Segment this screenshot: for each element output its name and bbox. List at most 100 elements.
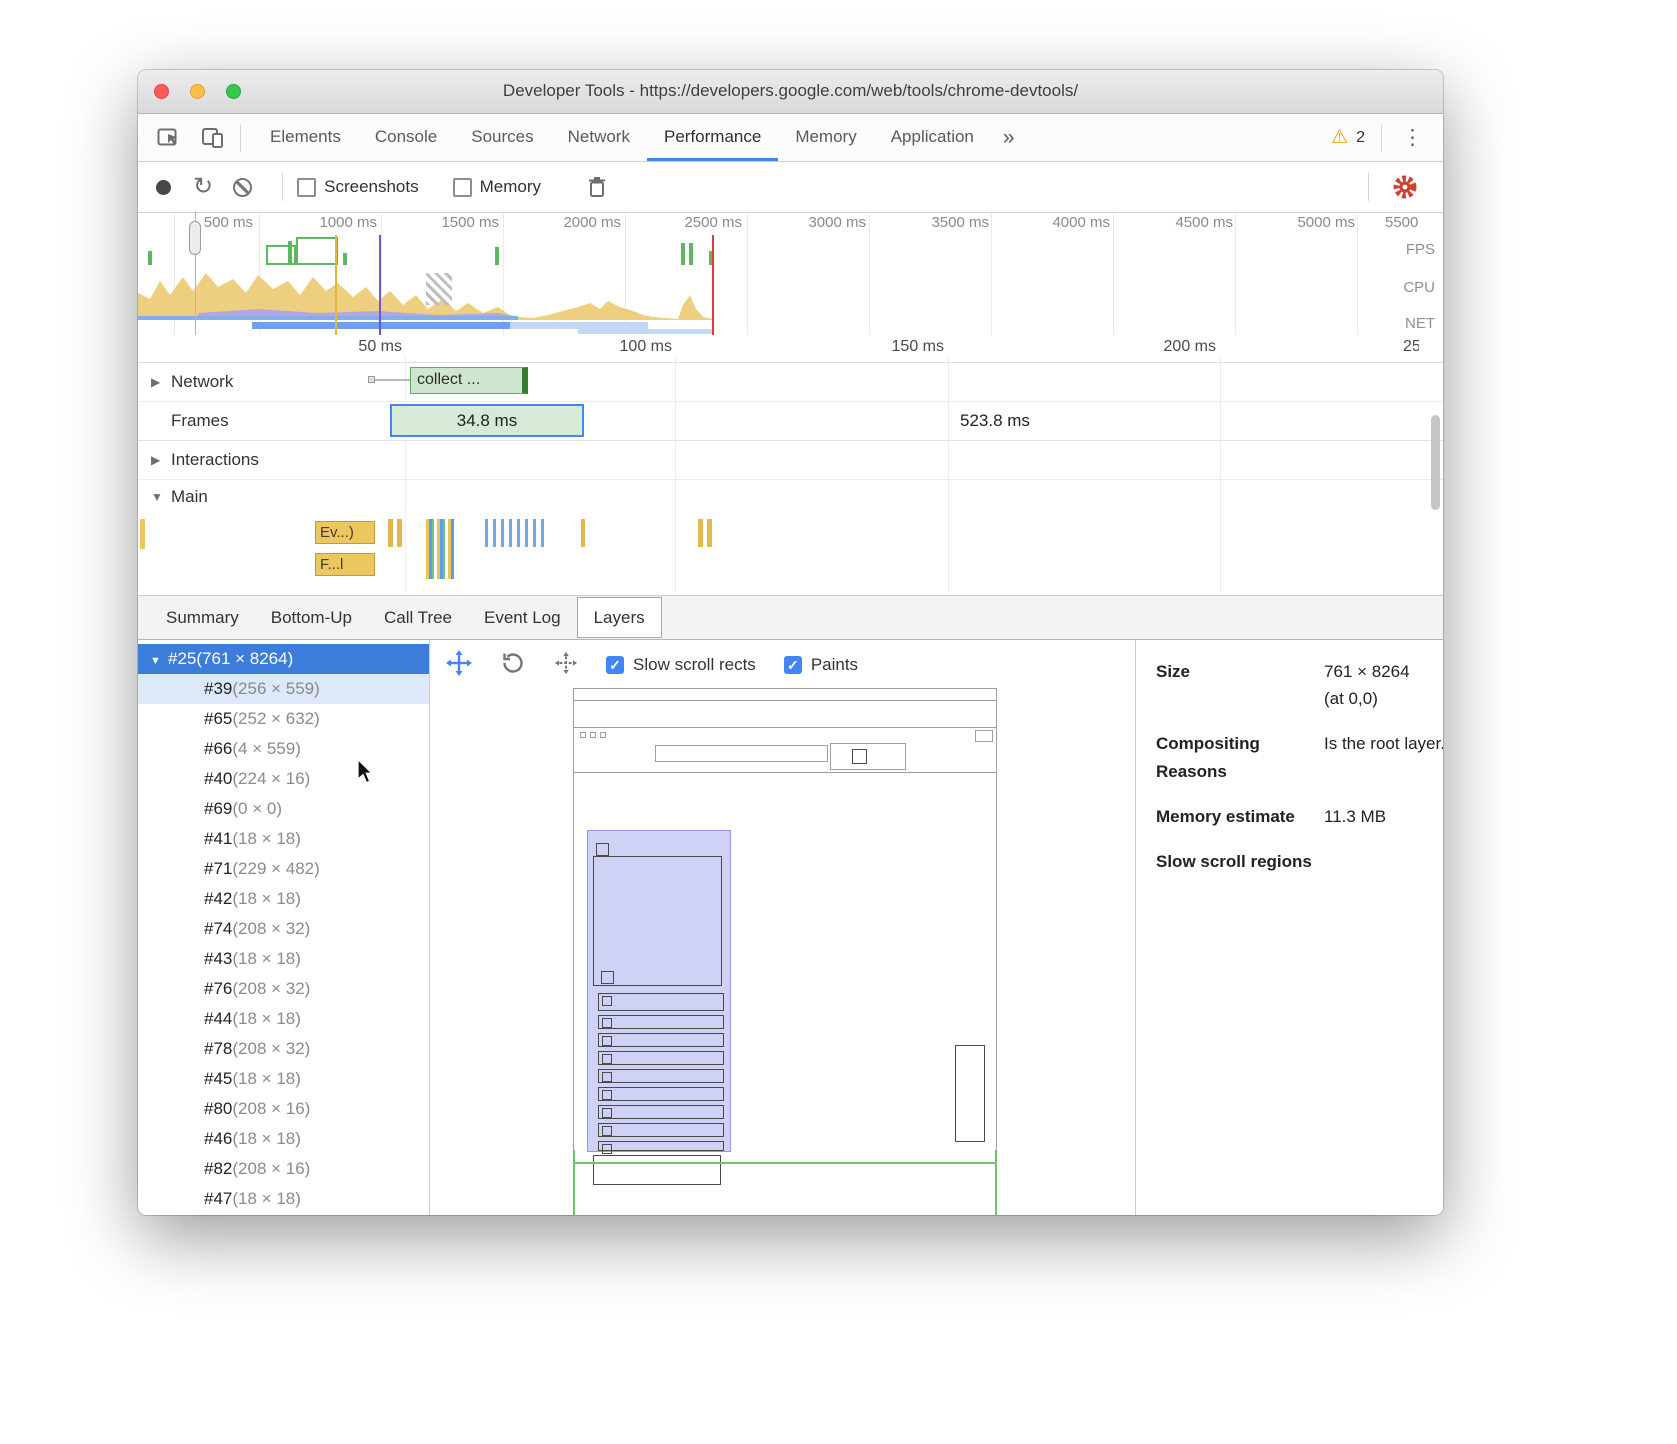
network-request-bar[interactable]: collect ... xyxy=(410,367,528,394)
bottom-tab[interactable]: Summary xyxy=(150,597,255,638)
devtools-tabbar: ElementsConsoleSourcesNetworkPerformance… xyxy=(138,114,1443,162)
layer-id: #66 xyxy=(204,739,232,758)
track-label: Interactions xyxy=(171,441,259,479)
selected-frame[interactable]: 34.8 ms xyxy=(390,404,584,437)
titlebar[interactable]: Developer Tools - https://developers.goo… xyxy=(138,70,1443,114)
flame-cluster xyxy=(698,519,712,547)
track-label: Frames xyxy=(171,402,229,440)
layer-tree-item[interactable]: #71(229 × 482) xyxy=(138,854,429,884)
devtools-window: Developer Tools - https://developers.goo… xyxy=(138,70,1443,1215)
layer-tree-item[interactable]: #45(18 × 18) xyxy=(138,1064,429,1094)
reload-icon[interactable]: ↻ xyxy=(193,177,213,197)
wireframe-box xyxy=(655,745,828,762)
layer-tree-item[interactable]: #42(18 × 18) xyxy=(138,884,429,914)
layer-tree-item[interactable]: #40(224 × 16) xyxy=(138,764,429,794)
wireframe-box xyxy=(593,856,722,986)
memory-checkbox[interactable] xyxy=(453,178,472,197)
settings-gear-icon[interactable] xyxy=(1383,174,1427,200)
layer-tree-item[interactable]: #65(252 × 632) xyxy=(138,704,429,734)
layer-tree-item[interactable]: #80(208 × 16) xyxy=(138,1094,429,1124)
layer-tree-item[interactable]: #46(18 × 18) xyxy=(138,1124,429,1154)
close-button[interactable] xyxy=(154,84,169,99)
disclosure-triangle-icon[interactable]: ▶ xyxy=(151,441,169,479)
more-tabs-icon[interactable]: » xyxy=(991,126,1027,150)
flame-event-bar[interactable]: F...l xyxy=(315,553,375,576)
reset-transform-icon[interactable] xyxy=(554,651,578,680)
layer-size: (208 × 32) xyxy=(232,919,310,938)
inspect-element-icon[interactable] xyxy=(148,114,192,161)
layer-id: #82 xyxy=(204,1159,232,1178)
paints-check-group: Paints xyxy=(784,655,858,675)
flame-sliver xyxy=(140,519,145,549)
warning-icon[interactable]: ⚠ xyxy=(1331,126,1348,149)
vertical-scrollbar-thumb[interactable] xyxy=(1431,415,1440,510)
layer-size: (18 × 18) xyxy=(232,1009,301,1028)
layer-tree-item[interactable]: ▼#25(761 × 8264) xyxy=(138,644,429,674)
scrollbar-layer-outline xyxy=(955,1045,985,1142)
overview-time-label: 5000 ms xyxy=(1245,214,1355,231)
layer-tree-item[interactable]: #44(18 × 18) xyxy=(138,1004,429,1034)
divider xyxy=(1368,173,1369,201)
disclosure-triangle-icon[interactable]: ▶ xyxy=(151,363,169,401)
zoom-button[interactable] xyxy=(226,84,241,99)
composited-layer-overlay[interactable] xyxy=(587,830,731,1152)
layer-tree-item[interactable]: #76(208 × 32) xyxy=(138,974,429,1004)
bottom-tab[interactable]: Bottom-Up xyxy=(255,597,368,638)
layer-tree-item[interactable]: #66(4 × 559) xyxy=(138,734,429,764)
flame-cluster xyxy=(388,519,404,547)
layer-size: (18 × 18) xyxy=(232,889,301,908)
slow-scroll-rects-checkbox[interactable] xyxy=(606,656,624,674)
bottom-tab[interactable]: Call Tree xyxy=(368,597,468,638)
detail-row-memory: Memory estimate 11.3 MB xyxy=(1156,803,1443,830)
layer-tree-item[interactable]: #74(208 × 32) xyxy=(138,914,429,944)
clear-icon[interactable] xyxy=(233,178,252,197)
layer-tree-item[interactable]: #78(208 × 32) xyxy=(138,1034,429,1064)
bottom-tab[interactable]: Event Log xyxy=(468,597,577,638)
wireframe-box xyxy=(830,743,906,770)
kebab-menu-icon[interactable]: ⋮ xyxy=(1394,125,1431,150)
record-button[interactable] xyxy=(156,180,171,195)
expand-arrow-icon[interactable]: ▼ xyxy=(150,646,168,674)
event-marker-line xyxy=(379,235,381,335)
devtools-tabs: ElementsConsoleSourcesNetworkPerformance… xyxy=(253,114,991,161)
slow-scroll-rects-label: Slow scroll rects xyxy=(633,655,756,675)
devtools-tab[interactable]: Performance xyxy=(647,114,778,161)
layer-id: #43 xyxy=(204,949,232,968)
layer-tree-item[interactable]: #41(18 × 18) xyxy=(138,824,429,854)
ruler-label: 200 ms xyxy=(1126,338,1216,356)
layer-tree-item[interactable]: #39(256 × 559) xyxy=(138,674,429,704)
ruler-label: 100 ms xyxy=(582,338,672,356)
devtools-tab[interactable]: Sources xyxy=(454,114,550,161)
device-toolbar-icon[interactable] xyxy=(192,114,236,161)
frame-duration-label: 523.8 ms xyxy=(960,402,1030,440)
rotate-mode-icon[interactable] xyxy=(500,650,526,681)
memory-label: Memory xyxy=(480,177,541,197)
wireframe-line xyxy=(573,700,997,701)
layer-size: (256 × 559) xyxy=(232,679,319,698)
layer-size: (208 × 16) xyxy=(232,1159,310,1178)
devtools-tab[interactable]: Application xyxy=(874,114,991,161)
timeline-overview[interactable]: 500 ms1000 ms1500 ms2000 ms2500 ms3000 m… xyxy=(138,211,1443,336)
paints-checkbox[interactable] xyxy=(784,656,802,674)
layer-id: #46 xyxy=(204,1129,232,1148)
devtools-tab[interactable]: Memory xyxy=(778,114,873,161)
layer-tree-item[interactable]: #82(208 × 16) xyxy=(138,1154,429,1184)
flame-event-bar[interactable]: Ev...) xyxy=(315,521,375,544)
main-flame-chart[interactable]: Ev...) F...l xyxy=(138,514,1443,596)
layer-canvas-pane[interactable]: Slow scroll rects Paints xyxy=(430,640,1136,1215)
devtools-tab[interactable]: Elements xyxy=(253,114,358,161)
pan-mode-icon[interactable] xyxy=(446,650,472,681)
disclosure-triangle-icon[interactable]: ▼ xyxy=(151,480,169,514)
devtools-tab[interactable]: Console xyxy=(358,114,454,161)
detail-row-slow-scroll: Slow scroll regions xyxy=(1156,848,1443,875)
trash-icon[interactable] xyxy=(575,162,619,212)
minimize-button[interactable] xyxy=(190,84,205,99)
layer-tree-item[interactable]: #47(18 × 18) xyxy=(138,1184,429,1214)
screenshots-checkbox[interactable] xyxy=(297,178,316,197)
layer-tree-item[interactable]: #43(18 × 18) xyxy=(138,944,429,974)
selection-handle[interactable] xyxy=(189,221,201,255)
devtools-tab[interactable]: Network xyxy=(551,114,647,161)
bottom-tab[interactable]: Layers xyxy=(577,597,662,638)
layer-id: #80 xyxy=(204,1099,232,1118)
layer-tree-item[interactable]: #69(0 × 0) xyxy=(138,794,429,824)
